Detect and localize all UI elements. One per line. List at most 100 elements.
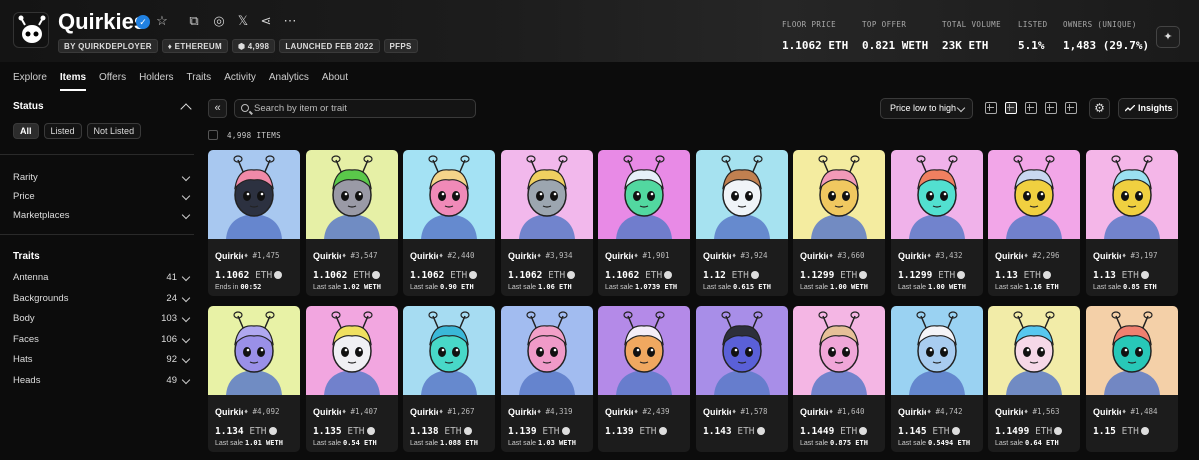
nft-name[interactable]: Quirkies: [313, 251, 341, 261]
category-chip[interactable]: PFPS: [383, 39, 418, 53]
nft-image[interactable]: [1086, 306, 1178, 395]
nft-name[interactable]: Quirkies: [898, 407, 926, 417]
nft-image[interactable]: [208, 306, 300, 395]
search-input[interactable]: [254, 102, 469, 115]
nft-name[interactable]: Quirkies: [605, 407, 633, 417]
nft-card[interactable]: Quirkies♦ #1,563 1.1499 ETH Last sale 0.64…: [988, 306, 1080, 452]
grid-small-icon[interactable]: [1025, 102, 1037, 114]
nft-name[interactable]: Quirkies: [508, 407, 536, 417]
copy-icon[interactable]: ⧉: [186, 13, 202, 29]
tab-explore[interactable]: Explore: [13, 72, 47, 91]
nft-image[interactable]: [403, 150, 495, 239]
nft-card[interactable]: Quirkies♦ #2,296 1.13 ETH Last sale 1.16 E…: [988, 150, 1080, 296]
nft-image[interactable]: [1086, 150, 1178, 239]
nft-image[interactable]: [988, 306, 1080, 395]
share-icon[interactable]: ⋖: [258, 13, 274, 29]
trait-filter[interactable]: Faces 106: [13, 334, 191, 348]
filter-rarity[interactable]: Rarity: [13, 172, 191, 186]
grid-large-icon[interactable]: [985, 102, 997, 114]
nft-image[interactable]: [988, 150, 1080, 239]
nft-name[interactable]: Quirkies: [410, 251, 438, 261]
select-all-checkbox[interactable]: [208, 130, 218, 140]
gear-icon[interactable]: ⚙: [1089, 98, 1110, 119]
nft-image[interactable]: [696, 150, 788, 239]
nft-image[interactable]: [208, 150, 300, 239]
nft-card[interactable]: Quirkies♦ #1,901 1.1062 ETH Last sale 1.07…: [598, 150, 690, 296]
nft-image[interactable]: [891, 150, 983, 239]
nft-card[interactable]: Quirkies♦ #3,432 1.1299 ETH Last sale 1.00…: [891, 150, 983, 296]
nft-card[interactable]: Quirkies♦ #2,440 1.1062 ETH Last sale 0.90…: [403, 150, 495, 296]
trait-filter[interactable]: Hats 92: [13, 354, 191, 368]
nft-image[interactable]: [598, 150, 690, 239]
nft-name[interactable]: Quirkies: [703, 407, 731, 417]
table-icon[interactable]: [1065, 102, 1077, 114]
filter-marketplaces[interactable]: Marketplaces: [13, 210, 191, 224]
collapse-sidebar-button[interactable]: «: [208, 99, 227, 118]
tab-activity[interactable]: Activity: [224, 72, 256, 91]
x-icon[interactable]: 𝕏: [235, 13, 251, 29]
nft-name[interactable]: Quirkies: [1093, 251, 1121, 261]
nft-image[interactable]: [891, 306, 983, 395]
filter-price[interactable]: Price: [13, 191, 191, 205]
sort-dropdown[interactable]: Price low to high: [880, 98, 973, 119]
nft-card[interactable]: Quirkies♦ #1,267 1.138 ETH Last sale 1.088…: [403, 306, 495, 452]
nft-card[interactable]: Quirkies♦ #2,439 1.139 ETH: [598, 306, 690, 452]
nft-card[interactable]: Quirkies♦ #4,742 1.145 ETH Last sale 0.549…: [891, 306, 983, 452]
status-all-button[interactable]: All: [13, 123, 39, 139]
list-icon[interactable]: [1045, 102, 1057, 114]
tab-holders[interactable]: Holders: [139, 72, 173, 91]
nft-name[interactable]: Quirkies: [995, 407, 1023, 417]
nft-card[interactable]: Quirkies♦ #1,484 1.15 ETH: [1086, 306, 1178, 452]
nft-name[interactable]: Quirkies: [1093, 407, 1121, 417]
nft-name[interactable]: Quirkies: [703, 251, 731, 261]
tab-offers[interactable]: Offers: [99, 72, 126, 91]
nft-card[interactable]: Quirkies♦ #1,407 1.135 ETH Last sale 0.54 …: [306, 306, 398, 452]
nft-card[interactable]: Quirkies♦ #1,475 1.1062 ETH Ends in 00:52: [208, 150, 300, 296]
trait-filter[interactable]: Antenna 41: [13, 272, 191, 286]
nft-card[interactable]: Quirkies♦ #4,092 1.134 ETH Last sale 1.01 …: [208, 306, 300, 452]
nft-image[interactable]: [501, 306, 593, 395]
nft-image[interactable]: [598, 306, 690, 395]
nft-name[interactable]: Quirkies: [508, 251, 536, 261]
trait-filter[interactable]: Body 103: [13, 313, 191, 327]
nft-name[interactable]: Quirkies: [215, 251, 243, 261]
nft-image[interactable]: [793, 306, 885, 395]
trait-filter[interactable]: Heads 49: [13, 375, 191, 389]
nft-image[interactable]: [793, 150, 885, 239]
insights-button[interactable]: Insights: [1118, 98, 1178, 119]
nft-card[interactable]: Quirkies♦ #3,660 1.1299 ETH Last sale 1.00…: [793, 150, 885, 296]
chevron-up-icon[interactable]: [180, 103, 192, 115]
tab-traits[interactable]: Traits: [187, 72, 212, 91]
sparkle-icon[interactable]: ✦: [1156, 26, 1180, 48]
nft-name[interactable]: Quirkies: [215, 407, 243, 417]
tab-about[interactable]: About: [322, 72, 348, 91]
nft-image[interactable]: [403, 306, 495, 395]
creator-chip[interactable]: BY QUIRKDEPLOYER: [58, 39, 158, 53]
nft-name[interactable]: Quirkies: [410, 407, 438, 417]
nft-card[interactable]: Quirkies♦ #3,934 1.1062 ETH Last sale 1.06…: [501, 150, 593, 296]
nft-name[interactable]: Quirkies: [898, 251, 926, 261]
nft-name[interactable]: Quirkies: [800, 407, 828, 417]
nft-image[interactable]: [501, 150, 593, 239]
tab-analytics[interactable]: Analytics: [269, 72, 309, 91]
nft-image[interactable]: [306, 306, 398, 395]
nft-card[interactable]: Quirkies♦ #1,640 1.1449 ETH Last sale 0.87…: [793, 306, 885, 452]
nft-card[interactable]: Quirkies♦ #1,578 1.143 ETH: [696, 306, 788, 452]
globe-icon[interactable]: ◎: [211, 13, 227, 29]
nft-card[interactable]: Quirkies♦ #4,319 1.139 ETH Last sale 1.03 …: [501, 306, 593, 452]
trait-filter[interactable]: Backgrounds 24: [13, 293, 191, 307]
nft-name[interactable]: Quirkies: [605, 251, 633, 261]
nft-name[interactable]: Quirkies: [995, 251, 1023, 261]
status-not-listed-button[interactable]: Not Listed: [86, 123, 142, 139]
nft-card[interactable]: Quirkies♦ #3,924 1.12 ETH Last sale 0.615 …: [696, 150, 788, 296]
nft-name[interactable]: Quirkies: [313, 407, 341, 417]
nft-image[interactable]: [696, 306, 788, 395]
nft-card[interactable]: Quirkies♦ #3,197 1.13 ETH Last sale 0.85 E…: [1086, 150, 1178, 296]
more-icon[interactable]: ⋯: [282, 13, 298, 29]
search-bar[interactable]: [234, 99, 476, 118]
nft-image[interactable]: [306, 150, 398, 239]
star-icon[interactable]: ☆: [154, 13, 170, 29]
nft-name[interactable]: Quirkies: [800, 251, 828, 261]
status-listed-button[interactable]: Listed: [43, 123, 82, 139]
tab-items[interactable]: Items: [59, 72, 87, 91]
